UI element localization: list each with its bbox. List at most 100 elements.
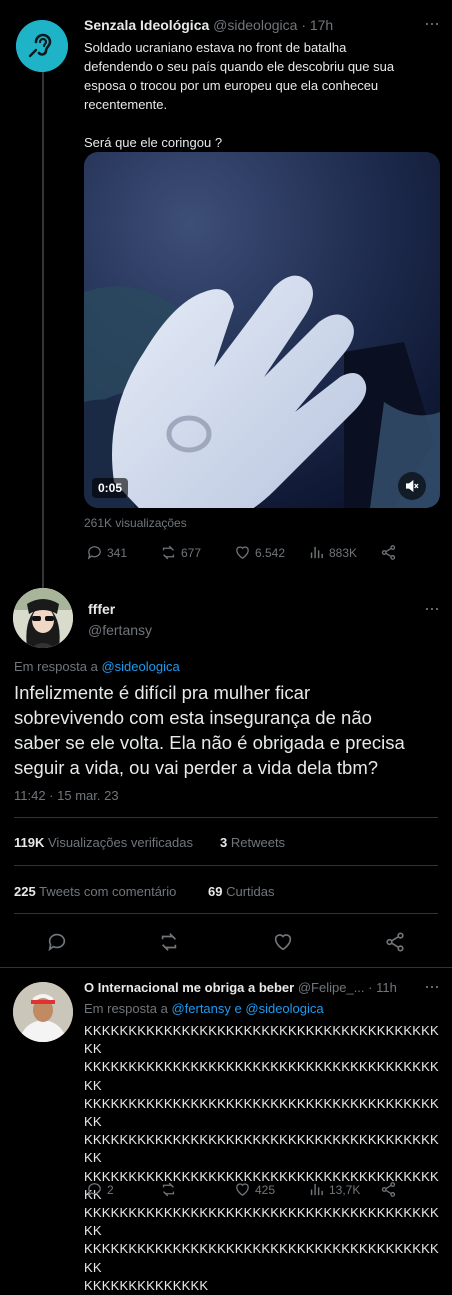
profile-photo-image: [13, 588, 73, 648]
quote-label: Tweets com comentário: [39, 884, 177, 899]
quote-count: 225: [14, 884, 36, 899]
like-count: 425: [255, 1182, 276, 1197]
share-button[interactable]: [380, 1181, 397, 1198]
retweets-stat[interactable]: 3 Retweets: [220, 835, 285, 850]
tweet-text-line: Será que ele coringou ?: [84, 135, 223, 150]
retweet-icon: [161, 933, 177, 951]
tweet-text-line: Soldado ucraniano estava no front de bat…: [84, 40, 347, 55]
analytics-button[interactable]: 883K: [308, 544, 357, 561]
heart-icon: [236, 546, 249, 559]
divider: [14, 817, 438, 818]
retweet-count: 677: [181, 545, 202, 560]
analytics-bars-icon: [310, 546, 323, 559]
analytics-count: 13,7K: [329, 1182, 361, 1197]
video-player[interactable]: [84, 152, 440, 508]
divider: [14, 913, 438, 914]
reply-count: 341: [107, 545, 128, 560]
reply-icon: [87, 546, 101, 560]
more-options-icon[interactable]: ···: [424, 977, 440, 995]
author-name[interactable]: Senzala Ideológica: [84, 17, 209, 33]
tweet-text-line: KKKKKKKKKKKKKKKKKKKKKKKKKKKKKKKKKKKKKKKK…: [84, 1241, 439, 1275]
ear-logo-icon: [16, 20, 68, 72]
retweets-count: 3: [220, 835, 228, 850]
likes-label: Curtidas: [226, 884, 275, 899]
reply-tweet-text: KKKKKKKKKKKKKKKKKKKKKKKKKKKKKKKKKKKKKKKK…: [84, 1022, 444, 1295]
like-button[interactable]: 6.542: [234, 544, 285, 561]
tweet-text-line: KKKKKKKKKKKKKKKKKKKKKKKKKKKKKKKKKKKKKKKK…: [84, 1059, 439, 1093]
tweet-text-line: esposa o trocou por um europeu que ela c…: [84, 78, 379, 93]
retweet-button[interactable]: 677: [160, 544, 201, 561]
share-button[interactable]: [384, 931, 406, 953]
video-duration: 0:05: [92, 478, 129, 498]
reply-to-link[interactable]: @fertansy: [171, 1001, 230, 1016]
share-button[interactable]: [380, 544, 397, 561]
reply-button[interactable]: [46, 931, 68, 953]
author-name[interactable]: O Internacional me obriga a beber: [84, 980, 294, 995]
tweet-text-line: KKKKKKKKKKKKKK: [84, 1277, 209, 1293]
divider: [0, 967, 452, 968]
reply-to-conjunction: e: [234, 1001, 242, 1016]
tweet-text-line: KKKKKKKKKKKKKKKKKKKKKKKKKKKKKKKKKKKKKKKK…: [84, 1132, 439, 1166]
more-options-icon[interactable]: ···: [424, 14, 440, 32]
reply-to-link[interactable]: @sideologica: [245, 1001, 323, 1016]
likes-stat[interactable]: 69 Curtidas: [208, 884, 275, 899]
retweet-button[interactable]: [160, 1181, 177, 1198]
retweets-label: Retweets: [230, 835, 286, 850]
views-label: Visualizações verificadas: [48, 835, 193, 850]
tweet-text-line: recentemente.: [84, 97, 168, 112]
heart-icon: [236, 1183, 249, 1196]
reply-to-label: Em resposta a: [84, 1001, 168, 1016]
retweet-icon: [162, 545, 175, 560]
tweet-time[interactable]: · 11h: [368, 980, 397, 995]
reply-to-link[interactable]: @sideologica: [101, 659, 179, 674]
thread-connector-line: [42, 70, 44, 590]
reply-icon: [87, 1183, 101, 1197]
tweet-text-line: KKKKKKKKKKKKKKKKKKKKKKKKKKKKKKKKKKKKKKKK…: [84, 1205, 439, 1239]
retweet-icon: [162, 1182, 175, 1197]
author-handle[interactable]: @sideologica: [213, 17, 297, 33]
main-tweet-text: Infelizmente é difícil pra mulher ficar …: [14, 680, 444, 780]
mute-button[interactable]: [398, 472, 426, 500]
like-count: 6.542: [255, 545, 286, 560]
reply-icon: [48, 933, 66, 952]
like-button[interactable]: 425: [234, 1181, 275, 1198]
like-button[interactable]: [272, 931, 294, 953]
analytics-bars-icon: [310, 1183, 323, 1196]
retweet-button[interactable]: [158, 931, 180, 953]
share-icon: [381, 1182, 396, 1197]
tweet-text: Soldado ucraniano estava no front de bat…: [84, 38, 440, 152]
views-stat[interactable]: 119K Visualizações verificadas: [14, 835, 193, 850]
author-name[interactable]: fffer: [88, 601, 115, 617]
views-count: 261K visualizações: [84, 516, 187, 530]
share-icon: [386, 932, 404, 952]
divider: [14, 865, 438, 866]
analytics-count: 883K: [329, 545, 358, 560]
reply-button[interactable]: 341: [86, 544, 127, 561]
tweet-text-line: defendendo o seu país quando ele descobr…: [84, 59, 395, 74]
author-handle[interactable]: @Felipe_...: [298, 980, 365, 995]
tweet-text-line: KKKKKKKKKKKKKKKKKKKKKKKKKKKKKKKKKKKKKKKK…: [84, 1095, 439, 1130]
author-handle[interactable]: @fertansy: [88, 622, 152, 638]
more-options-icon[interactable]: ···: [424, 599, 440, 617]
tweet-text-line: seguir a vida, ou vai perder a vida dela…: [14, 757, 379, 778]
likes-count: 69: [208, 884, 223, 899]
reply-context: Em resposta a @fertansy e @sideologica: [84, 1001, 324, 1016]
video-thumbnail-image: [84, 152, 440, 508]
tweet-text-line: Infelizmente é difícil pra mulher ficar: [14, 682, 311, 703]
tweet-timestamp[interactable]: 11:42 · 15 mar. 23: [14, 788, 119, 803]
reply-to-label: Em resposta a: [14, 659, 98, 674]
tweet-text-line: saber se ele volta. Ela não é obrigada e…: [14, 732, 405, 753]
speaker-muted-icon: [406, 479, 419, 493]
reply-button[interactable]: 2: [86, 1181, 114, 1198]
avatar-fffer[interactable]: [13, 588, 73, 648]
tweet-time[interactable]: · 17h: [301, 17, 333, 33]
share-icon: [381, 545, 396, 560]
tweet-text-line: sobrevivendo com esta insegurança de não: [14, 707, 372, 728]
avatar-internacional[interactable]: [13, 982, 73, 1042]
profile-photo-image: [13, 982, 73, 1042]
analytics-button[interactable]: 13,7K: [308, 1181, 360, 1198]
reply-context: Em resposta a @sideologica: [14, 659, 180, 674]
avatar-senzala[interactable]: [16, 20, 68, 72]
reply-count: 2: [107, 1182, 114, 1197]
quote-tweets-stat[interactable]: 225 Tweets com comentário: [14, 884, 176, 899]
